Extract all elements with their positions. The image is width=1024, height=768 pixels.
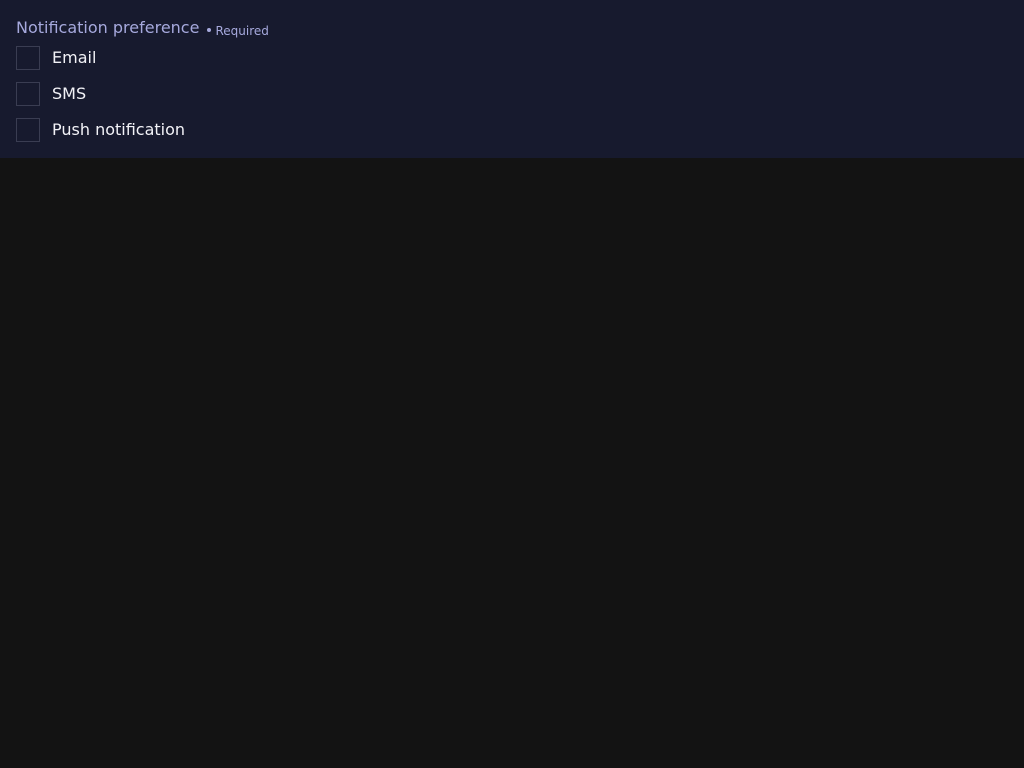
checkbox-group: Email SMS Push notification: [16, 46, 1008, 142]
option-email[interactable]: Email: [16, 46, 1008, 70]
option-label: Email: [52, 48, 97, 67]
option-sms[interactable]: SMS: [16, 82, 1008, 106]
email-checkbox[interactable]: [16, 46, 40, 70]
fieldset-legend: Notification preference Required: [16, 16, 1008, 40]
notification-preference-fieldset: Notification preference Required Email S…: [0, 0, 1024, 158]
required-indicator: Required: [207, 19, 269, 43]
option-push-notification[interactable]: Push notification: [16, 118, 1008, 142]
legend-title: Notification preference: [16, 18, 200, 37]
required-label: Required: [215, 24, 269, 38]
option-label: Push notification: [52, 120, 186, 139]
option-label: SMS: [52, 84, 87, 103]
push-notification-checkbox[interactable]: [16, 118, 40, 142]
sms-checkbox[interactable]: [16, 82, 40, 106]
required-dot-icon: [207, 28, 212, 32]
